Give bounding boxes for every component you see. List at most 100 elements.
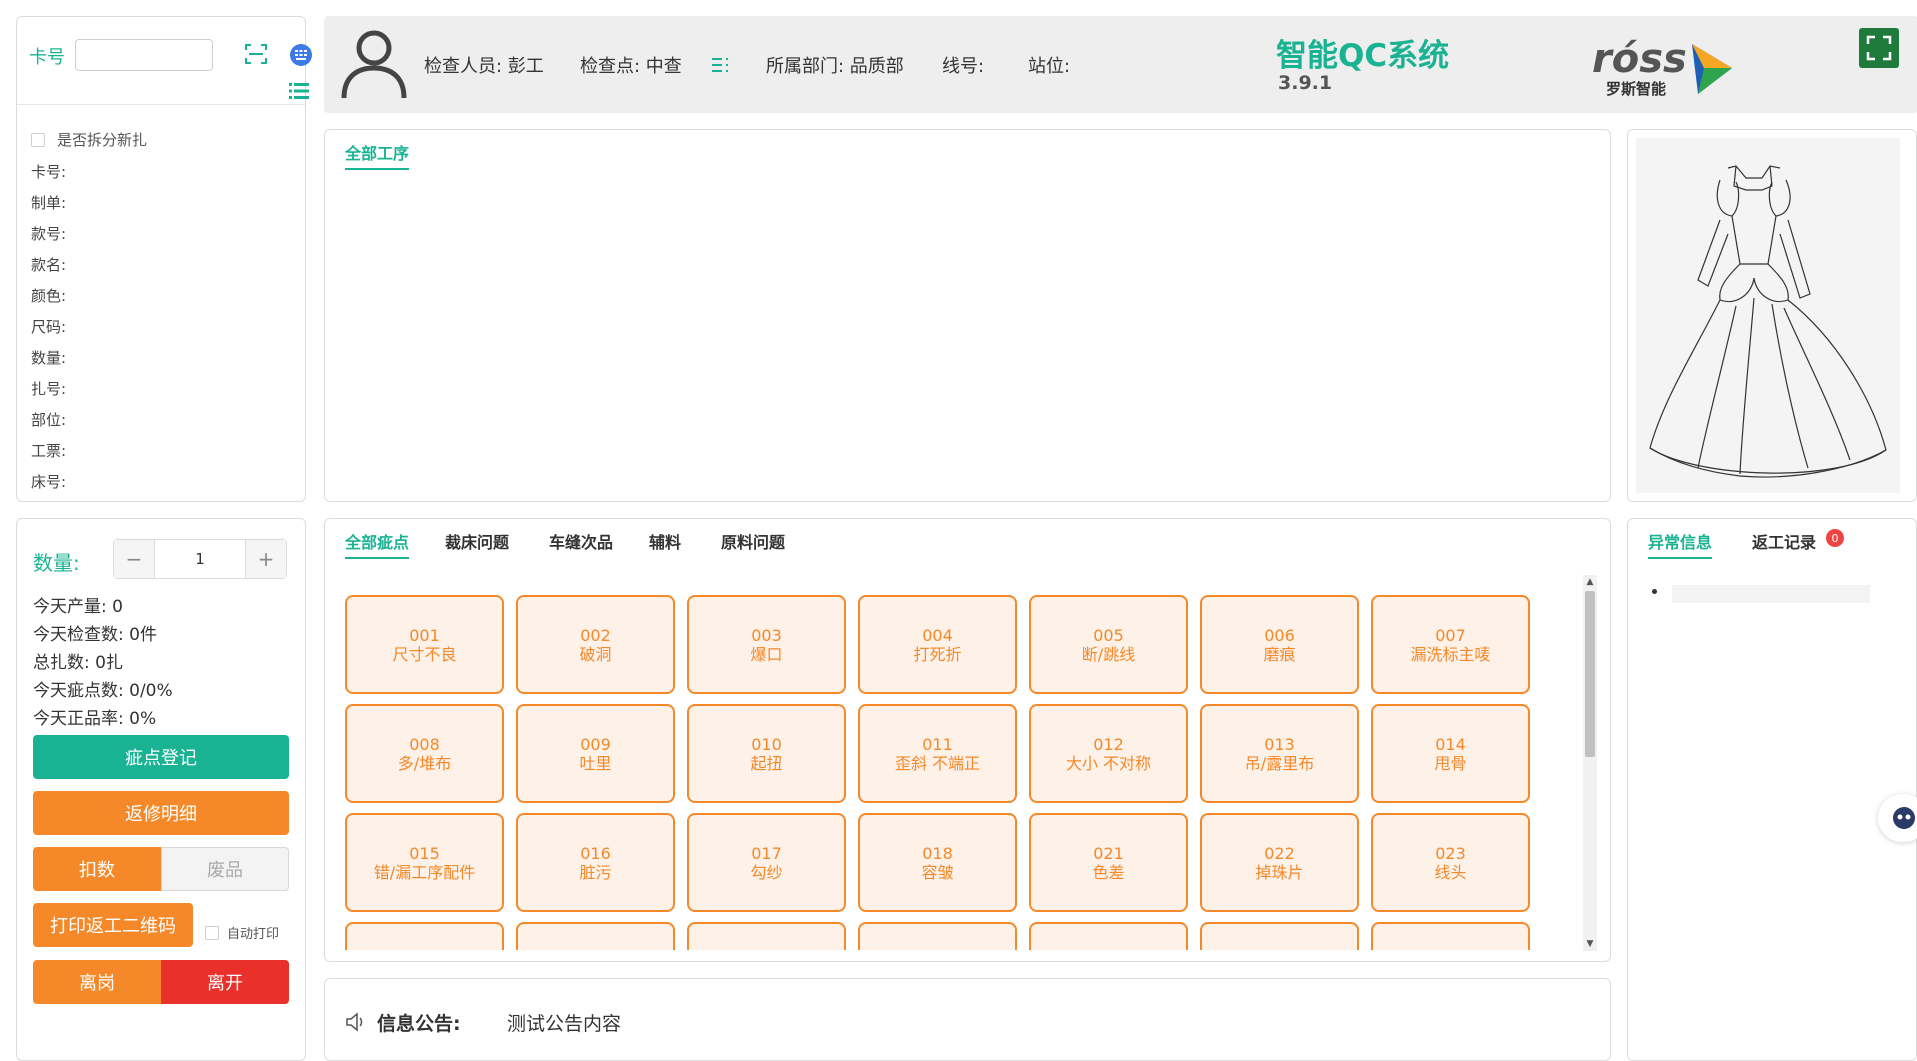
tab-accessories[interactable]: 辅料 xyxy=(649,529,681,553)
split-checkbox-box[interactable] xyxy=(31,132,45,147)
rework-count-badge: 0 xyxy=(1826,529,1844,547)
defect-name: 大小 不对称 xyxy=(1065,753,1152,773)
assistant-float-button[interactable] xyxy=(1878,794,1917,842)
defect-button[interactable]: 008 多/堆布 xyxy=(345,704,504,803)
auto-print-box[interactable] xyxy=(205,925,219,940)
stat-inspected: 今天检查数: 0件 xyxy=(33,625,157,645)
defect-name: 脏污 xyxy=(579,862,612,882)
defect-code: 001 xyxy=(409,625,440,645)
auto-print-label: 自动打印 xyxy=(227,927,280,942)
scroll-down-arrow-icon[interactable]: ▼ xyxy=(1585,939,1595,949)
info-size: 尺码: xyxy=(31,318,67,336)
defect-register-button[interactable]: 疵点登记 xyxy=(33,735,289,779)
defect-button[interactable]: 022 掉珠片 xyxy=(1200,813,1359,912)
decrement-button[interactable]: − xyxy=(114,540,154,578)
user-avatar-icon xyxy=(341,30,407,99)
repair-detail-button[interactable]: 返修明细 xyxy=(33,791,289,835)
defect-name: 线头 xyxy=(1434,862,1467,882)
header-bar: 检查人员: 彭工 检查点: 中查 所属部门: 品质部 线号: 站位: 智能QC系… xyxy=(324,16,1917,113)
defect-name: 歪斜 不端正 xyxy=(894,753,981,773)
defect-button[interactable] xyxy=(1029,922,1188,950)
quantity-value[interactable]: 1 xyxy=(154,540,246,578)
defect-button[interactable]: 012 大小 不对称 xyxy=(1029,704,1188,803)
checkpoint-menu-icon[interactable] xyxy=(712,56,732,74)
defect-code: 013 xyxy=(1264,734,1295,754)
defect-button[interactable]: 007 漏洗标主唛 xyxy=(1371,595,1530,694)
list-bullet xyxy=(1652,589,1657,594)
defect-button[interactable]: 021 色差 xyxy=(1029,813,1188,912)
tab-sewing-defects[interactable]: 车缝次品 xyxy=(549,529,613,553)
abnormal-info-panel: 异常信息 返工记录 0 xyxy=(1627,518,1917,1061)
defect-button[interactable]: 023 线头 xyxy=(1371,813,1530,912)
defect-code: 007 xyxy=(1435,625,1466,645)
scan-icon[interactable] xyxy=(243,41,269,67)
defect-button[interactable]: 004 打死折 xyxy=(858,595,1017,694)
defect-code: 015 xyxy=(409,843,440,863)
defect-button[interactable]: 006 磨痕 xyxy=(1200,595,1359,694)
defect-button[interactable]: 005 断/跳线 xyxy=(1029,595,1188,694)
defect-button[interactable] xyxy=(1371,922,1530,950)
tab-underline xyxy=(345,168,409,170)
defect-code: 014 xyxy=(1435,734,1466,754)
defect-scrollbar[interactable]: ▲ ▼ xyxy=(1583,575,1597,951)
robot-face-icon xyxy=(1893,807,1915,829)
defect-code: 021 xyxy=(1093,843,1124,863)
style-image-panel xyxy=(1627,129,1917,502)
defect-name: 吊/露里布 xyxy=(1244,753,1315,773)
defect-button[interactable]: 011 歪斜 不端正 xyxy=(858,704,1017,803)
exit-button[interactable]: 离开 xyxy=(161,960,289,1004)
tab-material-issues[interactable]: 原料问题 xyxy=(721,529,785,553)
defect-button[interactable] xyxy=(516,922,675,950)
info-bed-no: 床号: xyxy=(31,473,67,491)
defect-name: 尺寸不良 xyxy=(392,644,457,664)
defect-button[interactable]: 015 错/漏工序配件 xyxy=(345,813,504,912)
defect-button[interactable]: 010 起扭 xyxy=(687,704,846,803)
dress-sketch-icon xyxy=(1649,165,1887,478)
defect-button[interactable]: 003 爆口 xyxy=(687,595,846,694)
list-icon[interactable] xyxy=(287,79,311,103)
logo-text: róss xyxy=(1592,36,1687,82)
tab-all-defects[interactable]: 全部疵点 xyxy=(345,529,409,553)
globe-icon[interactable] xyxy=(289,43,313,67)
card-search-row: 卡号 xyxy=(29,29,312,109)
defect-code: 023 xyxy=(1435,843,1466,863)
defect-button[interactable]: 014 甩骨 xyxy=(1371,704,1530,803)
defect-button[interactable]: 001 尺寸不良 xyxy=(345,595,504,694)
divider xyxy=(17,104,305,105)
defect-name: 掉珠片 xyxy=(1255,862,1304,882)
auto-print-checkbox[interactable]: 自动打印 xyxy=(205,923,279,942)
card-number-input[interactable] xyxy=(75,39,213,71)
defect-code: 006 xyxy=(1264,625,1295,645)
leave-post-button[interactable]: 离岗 xyxy=(33,960,161,1004)
defect-button[interactable]: 009 吐里 xyxy=(516,704,675,803)
print-qr-button[interactable]: 打印返工二维码 xyxy=(33,903,193,947)
defect-button[interactable]: 002 破洞 xyxy=(516,595,675,694)
deduct-button[interactable]: 扣数 xyxy=(33,847,161,891)
defect-button[interactable]: 016 脏污 xyxy=(516,813,675,912)
app-version: 3.9.1 xyxy=(1278,72,1333,94)
split-checkbox[interactable]: 是否拆分新扎 xyxy=(31,129,147,150)
defect-code: 010 xyxy=(751,734,782,754)
stat-defects: 今天疵点数: 0/0% xyxy=(33,681,173,701)
tab-rework-records[interactable]: 返工记录 xyxy=(1752,529,1816,553)
waste-button[interactable]: 废品 xyxy=(161,847,289,891)
defect-button[interactable] xyxy=(1200,922,1359,950)
quantity-stepper[interactable]: − 1 + xyxy=(113,539,287,579)
defect-button[interactable]: 017 勾纱 xyxy=(687,813,846,912)
tab-abnormal-info[interactable]: 异常信息 xyxy=(1648,529,1712,553)
defect-button[interactable]: 018 容皱 xyxy=(858,813,1017,912)
defect-button[interactable]: 013 吊/露里布 xyxy=(1200,704,1359,803)
increment-button[interactable]: + xyxy=(246,540,286,578)
tab-cutting-issues[interactable]: 裁床问题 xyxy=(445,529,509,553)
scroll-up-arrow-icon[interactable]: ▲ xyxy=(1585,577,1595,587)
defect-name: 吐里 xyxy=(579,753,612,773)
logo-subtext: 罗斯智能 xyxy=(1606,80,1666,98)
defect-code: 009 xyxy=(580,734,611,754)
tab-all-processes[interactable]: 全部工序 xyxy=(345,140,409,164)
defect-button[interactable] xyxy=(345,922,504,950)
fullscreen-button[interactable] xyxy=(1859,28,1899,68)
defect-button[interactable] xyxy=(687,922,846,950)
defect-button[interactable] xyxy=(858,922,1017,950)
scroll-thumb[interactable] xyxy=(1585,591,1595,757)
notice-title: 信息公告: xyxy=(377,1013,461,1035)
